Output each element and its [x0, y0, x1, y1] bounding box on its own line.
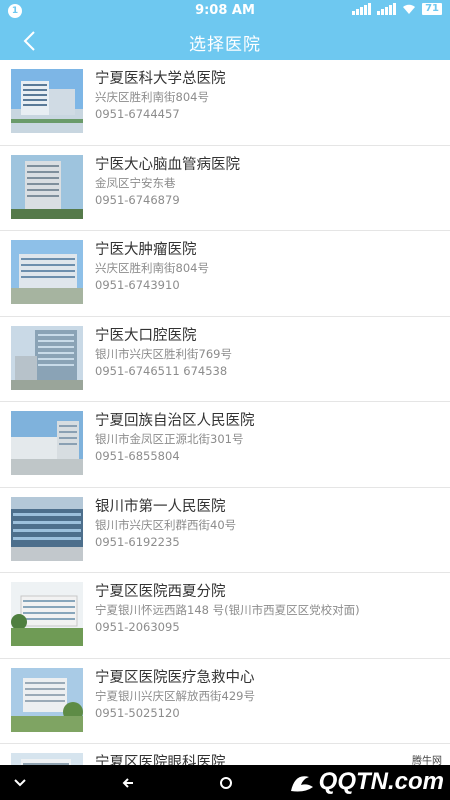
hospital-item[interactable]: 宁夏区医院眼科医院: [0, 744, 450, 765]
hospital-name: 宁夏医科大学总医院: [95, 71, 226, 87]
chevron-down-icon: [14, 779, 26, 787]
hospital-phone: 0951-6746879: [95, 192, 180, 207]
status-bar: 1 9:08 AM 71: [0, 0, 450, 22]
hospital-image: [11, 667, 83, 732]
hospital-item[interactable]: 宁医大心脑血管病医院 金凤区宁安东巷 0951-6746879: [0, 146, 450, 231]
hospital-name: 银川市第一人民医院: [95, 498, 226, 515]
wifi-icon: [403, 4, 416, 14]
watermark-brand: QQTN.com: [318, 768, 444, 795]
status-icons: 71: [352, 3, 442, 15]
hospital-item[interactable]: 宁夏回族自治区人民医院 银川市金凤区正源北街301号 0951-6855804: [0, 402, 450, 488]
nav-back-button[interactable]: [118, 773, 138, 793]
hospital-phone: 0951-6746511 674538: [95, 363, 228, 378]
battery-icon: 71: [422, 3, 442, 15]
hospital-item[interactable]: 宁医大肿瘤医院 兴庆区胜利南街804号 0951-6743910: [0, 231, 450, 317]
hospital-phone: 0951-5025120: [95, 705, 180, 720]
nav-collapse-button[interactable]: [10, 773, 30, 793]
hospital-image: [11, 411, 83, 475]
hospital-address: 宁夏银川怀远西路148 号(银川市西夏区区党校对面): [95, 603, 360, 617]
hospital-name: 宁夏区医院西夏分院: [95, 584, 226, 600]
hospital-list[interactable]: 宁夏医科大学总医院 兴庆区胜利南街804号 0951-6744457 宁医大心脑…: [0, 60, 450, 765]
hospital-image: [11, 496, 83, 561]
hospital-name: 宁医大口腔医院: [95, 327, 197, 344]
hospital-name: 宁医大肿瘤医院: [95, 242, 197, 258]
hospital-address: 兴庆区胜利南街804号: [95, 261, 209, 275]
hospital-phone: 0951-6192235: [95, 534, 180, 549]
title-bar: 选择医院: [0, 22, 450, 60]
hospital-item[interactable]: 宁夏区医院西夏分院 宁夏银川怀远西路148 号(银川市西夏区区党校对面) 095…: [0, 573, 450, 659]
hospital-address: 宁夏银川兴庆区解放西街429号: [95, 688, 255, 703]
hospital-item[interactable]: 宁夏区医院医疗急救中心 宁夏银川兴庆区解放西街429号 0951-5025120: [0, 659, 450, 744]
hospital-image: [11, 240, 83, 304]
hospital-image: [11, 753, 83, 765]
hospital-address: 兴庆区胜利南街804号: [95, 90, 209, 104]
nav-home-button[interactable]: [216, 773, 236, 793]
hospital-phone: 0951-2063095: [95, 620, 180, 634]
qqtn-logo-icon: [290, 776, 313, 792]
hospital-item[interactable]: 宁医大口腔医院 银川市兴庆区胜利街769号 0951-6746511 67453…: [0, 317, 450, 402]
signal-icon: [352, 3, 372, 15]
hospital-address: 银川市兴庆区利群西街40号: [95, 517, 237, 532]
hospital-phone: 0951-6743910: [95, 278, 180, 292]
hospital-phone: 0951-6744457: [95, 107, 180, 121]
hospital-address: 银川市兴庆区胜利街769号: [95, 346, 232, 361]
hospital-image: [11, 325, 83, 390]
home-circle-icon: [220, 777, 232, 789]
watermark: QQTN.com: [289, 768, 444, 796]
hospital-item[interactable]: 宁夏医科大学总医院 兴庆区胜利南街804号 0951-6744457: [0, 60, 450, 146]
back-arrow-icon: [122, 778, 133, 788]
hospital-image: [11, 582, 83, 646]
hospital-address: 银川市金凤区正源北街301号: [95, 432, 244, 446]
signal-icon-2: [377, 3, 397, 15]
hospital-image: [11, 69, 83, 133]
navigation-bar: QQTN.com: [0, 765, 450, 800]
page-title: 选择医院: [189, 35, 261, 55]
hospital-name: 宁夏区医院医疗急救中心: [95, 669, 255, 686]
hospital-address: 金凤区宁安东巷: [95, 175, 176, 190]
hospital-item[interactable]: 银川市第一人民医院 银川市兴庆区利群西街40号 0951-6192235: [0, 488, 450, 573]
hospital-name: 宁夏回族自治区人民医院: [95, 413, 255, 429]
hospital-name: 宁夏区医院眼科医院: [95, 755, 226, 765]
hospital-name: 宁医大心脑血管病医院: [95, 156, 240, 173]
hospital-phone: 0951-6855804: [95, 449, 180, 463]
hospital-image: [11, 154, 83, 219]
